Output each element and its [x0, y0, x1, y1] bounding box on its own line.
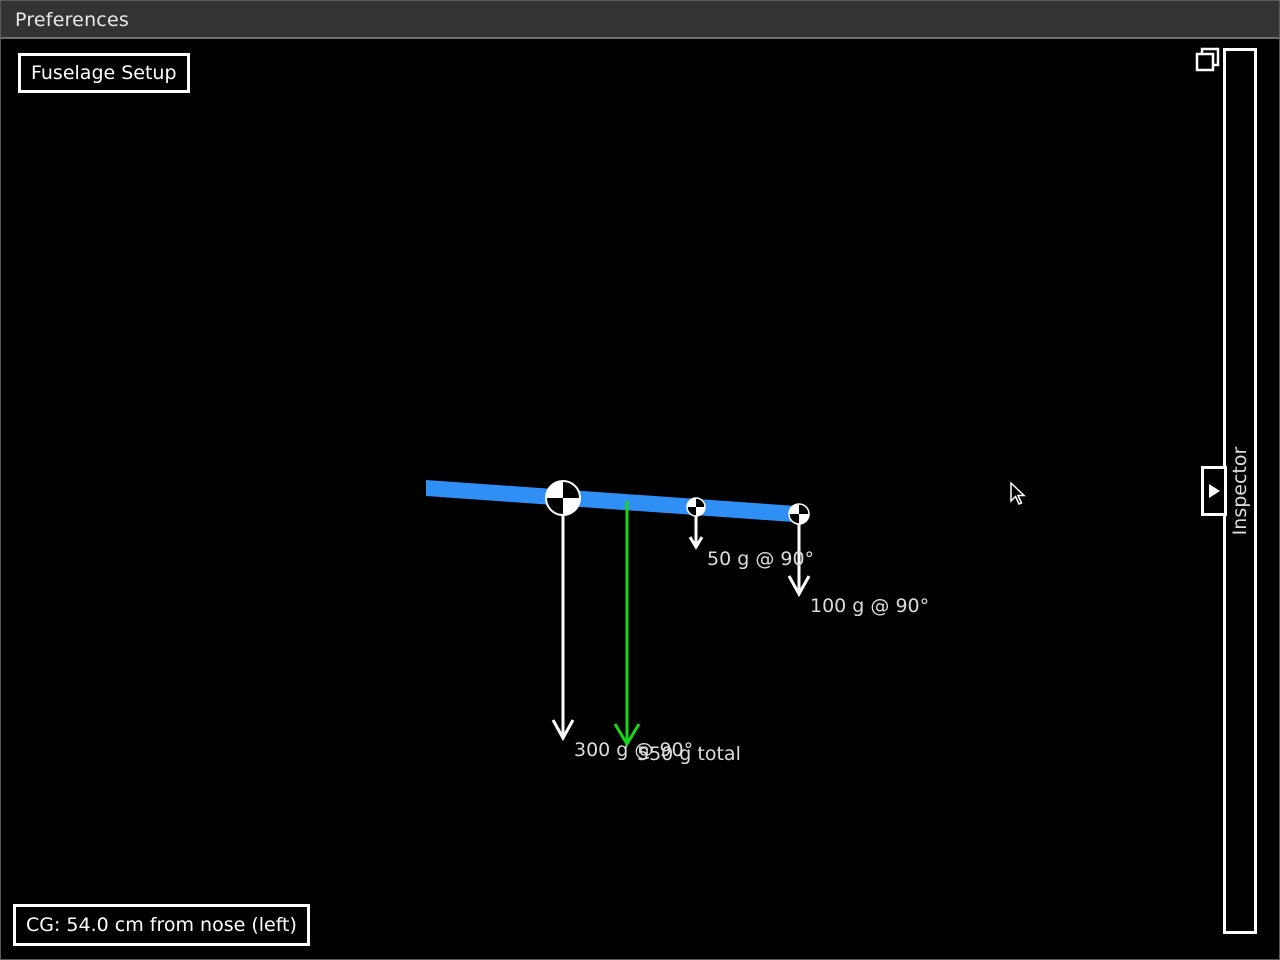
cg-readout: CG: 54.0 cm from nose (left) — [13, 904, 310, 946]
mass-label: 100 g @ 90° — [810, 595, 929, 617]
total-mass-label: 550 g total — [637, 743, 741, 765]
cg-canvas[interactable]: 50 g @ 90° 100 g @ 90° 300 g @ 90° 550 g… — [1, 1, 1279, 959]
force-arrow-mass-1 — [551, 501, 575, 742]
cg-marker-icon[interactable] — [686, 497, 706, 517]
mass-label: 50 g @ 90° — [707, 548, 814, 570]
panel-title: Fuselage Setup — [18, 53, 190, 93]
fuselage-beam[interactable] — [426, 480, 796, 522]
cg-marker-icon[interactable] — [545, 480, 581, 516]
cg-marker-icon[interactable] — [788, 503, 810, 525]
restore-window-icon[interactable] — [1195, 47, 1221, 73]
chevron-right-icon — [1209, 484, 1220, 498]
total-force-arrow — [613, 501, 641, 747]
mouse-cursor-icon — [1010, 482, 1026, 505]
inspector-label: Inspector — [1229, 446, 1251, 536]
preferences-window: Preferences 50 g @ 90° 100 g @ 90° 300 g… — [0, 0, 1280, 960]
inspector-toggle-button[interactable] — [1201, 466, 1227, 516]
